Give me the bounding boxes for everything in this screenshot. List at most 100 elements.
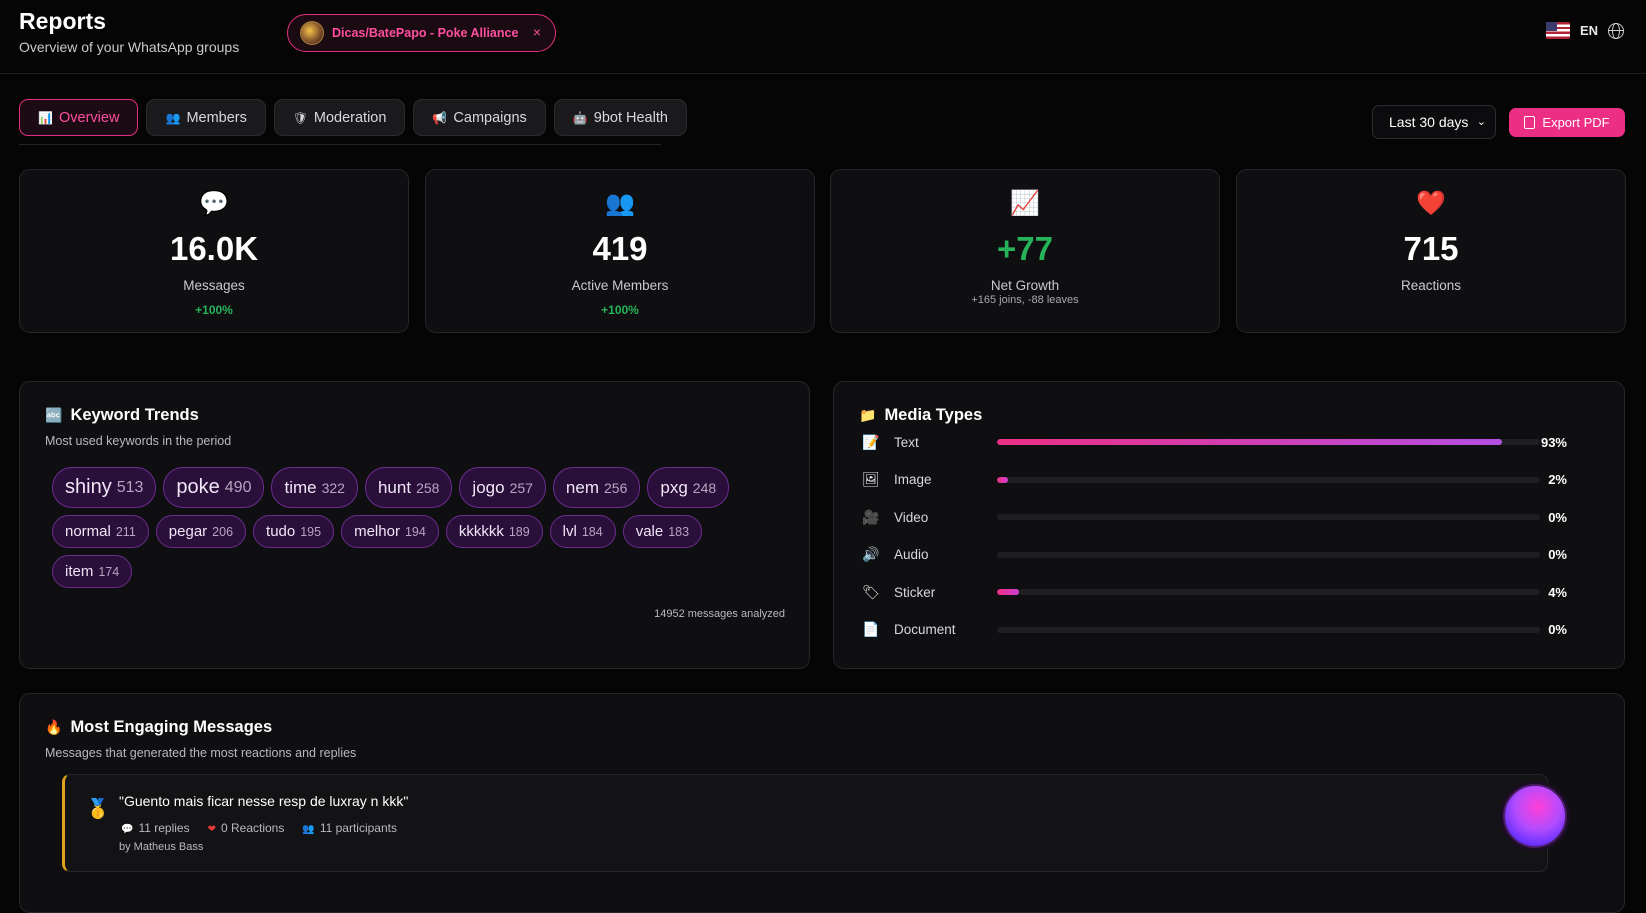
us-flag-icon (1545, 22, 1570, 39)
stat-label: Active Members (571, 278, 669, 293)
tab-campaigns[interactable]: 📢 Campaigns (413, 99, 546, 136)
tab-bot-health[interactable]: 🤖 9bot Health (553, 99, 687, 136)
shield-icon: 🛡 (292, 110, 309, 125)
export-pdf-button[interactable]: Export PDF (1509, 108, 1625, 137)
media-progress-fill (997, 589, 1019, 595)
stat-value: 715 (1403, 230, 1459, 267)
keyword-chip[interactable]: time 322 (271, 467, 358, 508)
tab-label: Moderation (313, 109, 387, 126)
keyword-word: jogo (472, 477, 505, 497)
keyword-word: tudo (266, 523, 296, 540)
keyword-chip[interactable]: jogo 257 (459, 467, 546, 508)
tab-label: Members (186, 109, 247, 126)
media-percent: 4% (1548, 584, 1567, 600)
keyword-chip[interactable]: pegar 206 (155, 515, 247, 548)
keyword-chip[interactable]: lvl 184 (549, 515, 616, 548)
keyword-word: time (284, 477, 317, 497)
stat-card-net-growth: 📈 +77 Net Growth +165 joins, -88 leaves (830, 169, 1220, 333)
tab-moderation[interactable]: 🛡 Moderation (273, 99, 406, 136)
keyword-count: 322 (321, 479, 345, 496)
keyword-count: 195 (300, 524, 322, 539)
media-progress-fill (997, 439, 1502, 445)
tabs-divider (19, 144, 661, 145)
keyword-chip[interactable]: nem 256 (552, 467, 641, 508)
language-code: EN (1579, 23, 1598, 38)
keyword-word: nem (565, 477, 599, 497)
media-label: Video (894, 509, 929, 525)
media-row-sticker: 🏷 Sticker 4% (862, 582, 1567, 602)
engaging-message-item[interactable]: 🥇 "Guento mais ficar nesse resp de luxra… (62, 774, 1548, 872)
keyword-chip[interactable]: normal 211 (52, 515, 149, 548)
media-percent: 0% (1548, 509, 1567, 525)
keyword-chip[interactable]: item 174 (52, 555, 133, 588)
message-author: by Matheus Bass (119, 841, 204, 853)
document-icon: 📄 (862, 621, 880, 637)
keyword-word: pxg (660, 477, 688, 497)
keyword-word: kkkkkk (458, 523, 504, 540)
media-row-video: 🎥 Video 0% (862, 507, 1567, 527)
group-selector-chip[interactable]: Dicas/BatePapo - Poke Alliance × (287, 14, 556, 52)
media-row-document: 📄 Document 0% (862, 620, 1567, 640)
replies-stat: 💬 11 replies (121, 821, 190, 835)
stat-value: +77 (997, 230, 1053, 267)
date-range-select[interactable]: Last 30 days ⌄ (1372, 105, 1496, 139)
people-icon: 👥 (302, 824, 315, 835)
media-progress-fill (997, 476, 1008, 483)
keyword-count: 184 (581, 524, 603, 539)
language-switcher[interactable]: EN (1545, 22, 1624, 39)
media-label: Audio (894, 547, 929, 562)
media-label: Document (894, 622, 956, 637)
keyword-chip[interactable]: hunt 258 (364, 467, 453, 508)
video-camera-icon: 🎥 (862, 508, 880, 525)
tab-label: Campaigns (453, 109, 527, 126)
assistant-orb-button[interactable] (1503, 784, 1567, 848)
gold-medal-icon: 🥇 (86, 799, 110, 820)
folder-icon: 📁 (859, 407, 877, 423)
keyword-chip[interactable]: poke 490 (163, 467, 265, 508)
engaging-title: Most Engaging Messages (70, 718, 273, 736)
media-percent: 0% (1548, 547, 1567, 562)
media-progress-track (997, 589, 1540, 595)
keyword-word: poke (176, 476, 220, 498)
keyword-chip[interactable]: pxg 248 (647, 467, 730, 508)
media-progress-track (997, 551, 1540, 558)
keyword-chip[interactable]: kkkkkk 189 (445, 515, 543, 548)
page-subtitle: Overview of your WhatsApp groups (19, 39, 240, 55)
stat-change: +165 joins, -88 leaves (971, 294, 1079, 306)
stat-label: Net Growth (990, 278, 1060, 293)
speech-bubble-icon: 💬 (121, 824, 134, 835)
keyword-word: lvl (562, 523, 577, 540)
close-icon[interactable]: × (533, 24, 541, 40)
robot-icon: 🤖 (572, 110, 588, 125)
tab-members[interactable]: 👥 Members (146, 99, 266, 136)
tag-icon: 🏷 (862, 583, 880, 600)
panel-title: 🔥 Most Engaging Messages (45, 718, 272, 737)
keyword-chip[interactable]: shiny 513 (52, 467, 157, 508)
tab-overview[interactable]: 📊 Overview (19, 99, 139, 136)
keyword-chip[interactable]: vale 183 (622, 515, 703, 548)
trending-up-icon: 📈 (1010, 190, 1040, 217)
keyword-count: 256 (604, 479, 628, 496)
keyword-chip[interactable]: tudo 195 (253, 515, 335, 548)
keyword-chip[interactable]: melhor 194 (341, 515, 439, 548)
media-row-audio: 🔊 Audio 0% (862, 545, 1567, 565)
export-pdf-label: Export PDF (1542, 115, 1610, 130)
tab-label: Overview (59, 109, 120, 126)
media-progress-track (997, 626, 1540, 633)
media-types-panel: 📁 Media Types 📝 Text 93% 🖼 Image 2% 🎥 Video 0% 🔊 A… (833, 381, 1625, 669)
keyword-cloud: shiny 513 poke 490 time 322 hunt 258 jogo 257… (52, 467, 752, 588)
keyword-trends-title: Keyword Trends (70, 406, 199, 424)
stat-value: 16.0K (169, 230, 259, 267)
media-progress-track (997, 514, 1540, 520)
keyword-count: 189 (508, 524, 530, 539)
globe-icon[interactable] (1608, 22, 1624, 39)
people-icon: 👥 (165, 110, 181, 125)
page-title: Reports (19, 8, 106, 34)
keyword-word: item (65, 563, 94, 580)
participants-stat: 👥 11 participants (302, 821, 397, 835)
megaphone-icon: 📢 (432, 110, 448, 125)
people-icon: 👥 (605, 190, 635, 217)
engaging-messages-panel: 🔥 Most Engaging Messages Messages that g… (19, 693, 1625, 913)
media-label: Sticker (894, 584, 936, 600)
stat-value: 419 (592, 230, 648, 267)
